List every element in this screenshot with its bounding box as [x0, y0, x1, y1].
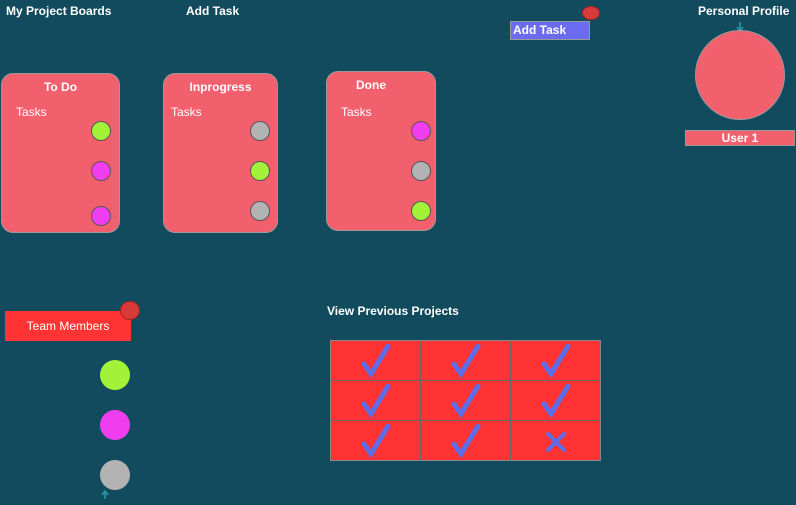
- project-cell[interactable]: [421, 421, 510, 460]
- add-task-button[interactable]: Add Task: [510, 21, 590, 40]
- arrow-up-icon: [100, 487, 110, 499]
- task-dot[interactable]: [91, 206, 111, 226]
- board-inprogress[interactable]: Inprogress Tasks: [163, 73, 278, 233]
- task-dot[interactable]: [250, 161, 270, 181]
- cog-icon[interactable]: [582, 6, 600, 20]
- add-task-header-link[interactable]: Add Task: [186, 4, 239, 18]
- task-dot[interactable]: [91, 161, 111, 181]
- team-member-dot[interactable]: [100, 360, 130, 390]
- check-icon: [451, 383, 480, 418]
- previous-projects-grid: [330, 340, 601, 461]
- board-done[interactable]: Done Tasks: [326, 71, 436, 231]
- team-member-dot[interactable]: [100, 410, 130, 440]
- board-title: Inprogress: [189, 80, 252, 94]
- task-dot[interactable]: [411, 161, 431, 181]
- user-label[interactable]: User 1: [685, 130, 795, 146]
- project-cell[interactable]: [511, 341, 600, 380]
- check-icon: [451, 343, 480, 378]
- check-icon: [541, 343, 570, 378]
- board-subtitle: Tasks: [341, 105, 372, 119]
- team-members-button[interactable]: Team Members: [5, 311, 131, 341]
- arrow-down-icon: [736, 19, 744, 33]
- task-dot[interactable]: [91, 121, 111, 141]
- personal-profile-label: Personal Profile: [698, 4, 790, 18]
- board-todo[interactable]: To Do Tasks: [1, 73, 120, 233]
- x-icon: [545, 431, 566, 452]
- project-cell[interactable]: [331, 341, 420, 380]
- board-subtitle: Tasks: [171, 105, 202, 119]
- check-icon: [361, 383, 390, 418]
- project-cell[interactable]: [421, 381, 510, 420]
- task-dot[interactable]: [250, 201, 270, 221]
- project-cell[interactable]: [511, 381, 600, 420]
- check-icon: [541, 383, 570, 418]
- cog-icon[interactable]: [120, 301, 140, 320]
- board-subtitle: Tasks: [16, 105, 47, 119]
- team-member-dot[interactable]: [100, 460, 130, 490]
- check-icon: [361, 343, 390, 378]
- task-dot[interactable]: [250, 121, 270, 141]
- project-cell[interactable]: [421, 341, 510, 380]
- board-title: To Do: [43, 80, 78, 94]
- board-title: Done: [356, 78, 386, 92]
- my-project-boards-label: My Project Boards: [6, 4, 112, 18]
- check-icon: [451, 423, 480, 458]
- avatar[interactable]: [695, 30, 785, 120]
- project-cell[interactable]: [331, 421, 420, 460]
- task-dot[interactable]: [411, 201, 431, 221]
- project-cell[interactable]: [331, 381, 420, 420]
- check-icon: [361, 423, 390, 458]
- project-cell[interactable]: [511, 421, 600, 460]
- view-previous-projects-link[interactable]: View Previous Projects: [327, 304, 459, 318]
- task-dot[interactable]: [411, 121, 431, 141]
